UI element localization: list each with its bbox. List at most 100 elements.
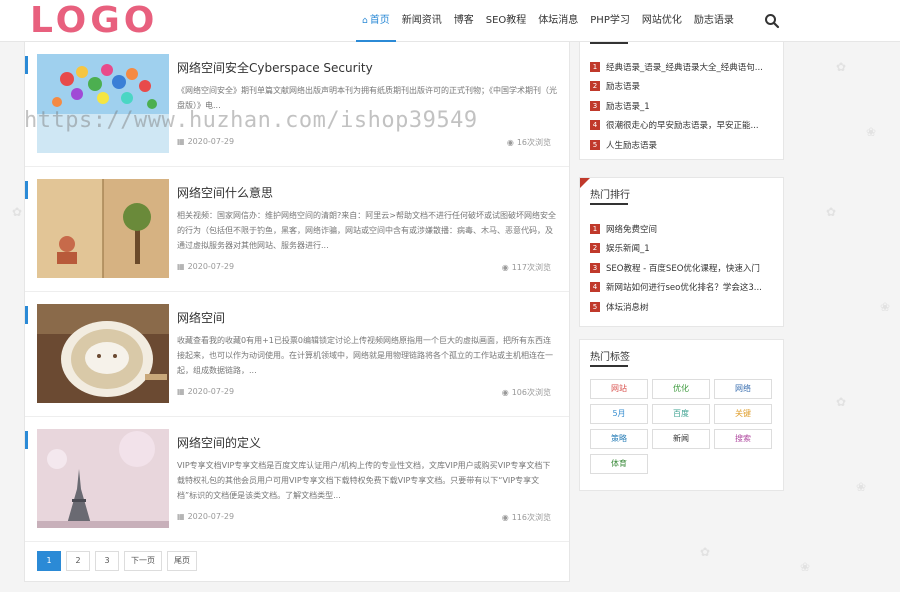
tag-item[interactable]: 优化 bbox=[652, 379, 710, 399]
article-title[interactable]: 网络空间 bbox=[177, 309, 225, 326]
article-date-text: 2020-07-29 bbox=[187, 512, 235, 521]
nav-php[interactable]: PHP学习 bbox=[584, 0, 636, 42]
calendar-icon: ▦ bbox=[177, 137, 185, 146]
hot-item-text: SEO教程 - 百度SEO优化课程，快速入门 bbox=[606, 263, 760, 274]
article-title[interactable]: 网络空间的定义 bbox=[177, 434, 261, 451]
latest-item[interactable]: 2 励志语录 bbox=[590, 77, 776, 97]
tag-cloud: 网站 优化 网络 5月 百度 关键 策略 新闻 搜索 体育 bbox=[590, 379, 776, 474]
article-date-text: 2020-07-29 bbox=[187, 137, 235, 146]
page-3-button[interactable]: 3 bbox=[95, 551, 119, 571]
article-thumbnail[interactable] bbox=[37, 54, 169, 153]
nav-news[interactable]: 新闻资讯 bbox=[396, 0, 448, 42]
widget-title-underline bbox=[590, 203, 628, 205]
last-page-button[interactable]: 尾页 bbox=[167, 551, 197, 571]
watermark: https://www.huzhan.com/ishop39549 bbox=[24, 108, 478, 133]
hot-item-text: 娱乐新闻_1 bbox=[606, 244, 650, 255]
latest-item[interactable]: 1 经典语录_语录_经典语录大全_经典语句... bbox=[590, 57, 776, 77]
article-thumbnail[interactable] bbox=[37, 179, 169, 278]
eye-icon: ◉ bbox=[501, 388, 509, 397]
eye-icon: ◉ bbox=[506, 138, 514, 147]
hot-item[interactable]: 1 网络免费空间 bbox=[590, 219, 776, 239]
hot-list: 1 网络免费空间 2 娱乐新闻_1 3 SEO教程 - 百度SEO优化课程，快速入门 … bbox=[590, 219, 776, 317]
article-views: ◉ 106次浏览 bbox=[502, 387, 551, 398]
article-title[interactable]: 网络空间什么意思 bbox=[177, 184, 273, 201]
article-date: ▦ 2020-07-29 bbox=[177, 512, 234, 521]
rank-badge: 5 bbox=[590, 139, 600, 150]
article-marker bbox=[25, 306, 28, 324]
calendar-icon: ▦ bbox=[177, 262, 185, 271]
tag-item[interactable]: 新闻 bbox=[652, 429, 710, 449]
page-1-button[interactable]: 1 bbox=[37, 551, 61, 571]
tag-item[interactable]: 百度 bbox=[652, 404, 710, 424]
tag-item[interactable]: 网站 bbox=[590, 379, 648, 399]
hot-item[interactable]: 2 娱乐新闻_1 bbox=[590, 239, 776, 259]
rank-badge: 5 bbox=[590, 301, 600, 312]
article-item: 网络空间安全Cyberspace Security 《网络空间安全》期刊单篇文献… bbox=[25, 42, 569, 167]
latest-widget: 1 经典语录_语录_经典语录大全_经典语句... 2 励志语录 3 励志语录_1 4很… bbox=[579, 42, 784, 160]
article-title[interactable]: 网络空间安全Cyberspace Security bbox=[177, 59, 373, 76]
article-thumbnail[interactable] bbox=[37, 304, 169, 403]
rank-badge: 1 bbox=[590, 223, 600, 234]
next-page-button[interactable]: 下一页 bbox=[124, 551, 162, 571]
article-marker bbox=[25, 431, 28, 449]
hot-item[interactable]: 5 体坛消息树 bbox=[590, 297, 776, 317]
tag-item[interactable]: 搜索 bbox=[714, 429, 772, 449]
latest-item[interactable]: 5 人生励志语录 bbox=[590, 135, 776, 155]
nav-seo[interactable]: SEO教程 bbox=[480, 0, 533, 42]
article-date: ▦ 2020-07-29 bbox=[177, 387, 234, 396]
latest-list: 1 经典语录_语录_经典语录大全_经典语句... 2 励志语录 3 励志语录_1 4很… bbox=[590, 57, 776, 155]
rank-badge: 3 bbox=[590, 100, 600, 111]
article-excerpt: 收藏查看我的收藏0有用+1已投票0编辑锁定讨论上传视频网络原指用一个巨大的虚拟画… bbox=[177, 336, 553, 375]
hot-item[interactable]: 4 新网站如何进行seo优化排名？学会这3... bbox=[590, 278, 776, 298]
latest-item[interactable]: 4 很潮很走心的早安励志语录，早安正能... bbox=[590, 116, 776, 136]
search-icon[interactable] bbox=[764, 13, 780, 29]
article-views-text: 117次浏览 bbox=[511, 263, 551, 272]
article-views-text: 106次浏览 bbox=[511, 388, 551, 397]
article-views: ◉ 117次浏览 bbox=[502, 262, 551, 273]
rank-badge: 4 bbox=[590, 120, 600, 131]
nav-site-optimization[interactable]: 网站优化 bbox=[636, 0, 688, 42]
hot-item[interactable]: 3 SEO教程 - 百度SEO优化课程，快速入门 bbox=[590, 258, 776, 278]
article-date-text: 2020-07-29 bbox=[187, 387, 235, 396]
latest-item[interactable]: 3 励志语录_1 bbox=[590, 96, 776, 116]
nav-quotes[interactable]: 励志语录 bbox=[688, 0, 740, 42]
article-thumbnail[interactable] bbox=[37, 429, 169, 528]
tag-item[interactable]: 5月 bbox=[590, 404, 648, 424]
nav-blog[interactable]: 博客 bbox=[448, 0, 480, 42]
widget-corner bbox=[580, 178, 590, 188]
article-date-text: 2020-07-29 bbox=[187, 262, 235, 271]
hot-ranking-widget: 热门排行 1 网络免费空间 2 娱乐新闻_1 3 SEO教程 - 百度SEO优化课程，… bbox=[579, 177, 784, 327]
article-views: ◉ 116次浏览 bbox=[502, 512, 551, 523]
hot-item-text: 网络免费空间 bbox=[606, 224, 658, 235]
latest-item-text: 经典语录_语录_经典语录大全_经典语句... bbox=[606, 62, 763, 73]
article-item: 网络空间的定义 VIP专享文档VIP专享文档是百度文库认证用户/机构上传的专业性… bbox=[25, 417, 569, 542]
article-item: 网络空间 收藏查看我的收藏0有用+1已投票0编辑锁定讨论上传视频网络原指用一个巨… bbox=[25, 292, 569, 417]
calendar-icon: ▦ bbox=[177, 512, 185, 521]
latest-item-text: 很潮很走心的早安励志语录，早安正能... bbox=[606, 121, 759, 132]
widget-title: 热门标签 bbox=[590, 352, 630, 363]
site-logo[interactable]: LOGO bbox=[30, 2, 158, 40]
article-item: 网络空间什么意思 相关视频：国家网信办：维护网络空间的清朗?来自：阿里云>帮助文… bbox=[25, 167, 569, 292]
tag-item[interactable]: 关键 bbox=[714, 404, 772, 424]
tag-item[interactable]: 体育 bbox=[590, 454, 648, 474]
article-views-text: 16次浏览 bbox=[516, 138, 551, 147]
calendar-icon: ▦ bbox=[177, 387, 185, 396]
article-marker bbox=[25, 181, 28, 199]
main-nav: ⌂ 首页 新闻资讯 博客 SEO教程 体坛消息 PHP学习 网站优化 励志语录 bbox=[356, 0, 740, 42]
eye-icon: ◉ bbox=[501, 513, 509, 522]
page-2-button[interactable]: 2 bbox=[66, 551, 90, 571]
widget-title: 热门排行 bbox=[590, 190, 630, 201]
home-icon: ⌂ bbox=[362, 16, 368, 26]
tag-item[interactable]: 网络 bbox=[714, 379, 772, 399]
article-date: ▦ 2020-07-29 bbox=[177, 262, 234, 271]
nav-sports[interactable]: 体坛消息 bbox=[532, 0, 584, 42]
pagination: 1 2 3 下一页 尾页 bbox=[37, 551, 197, 571]
nav-home[interactable]: ⌂ 首页 bbox=[356, 0, 396, 42]
article-date: ▦ 2020-07-29 bbox=[177, 137, 234, 146]
hot-item-text: 体坛消息树 bbox=[606, 302, 649, 313]
widget-title-underline bbox=[590, 365, 628, 367]
article-views: ◉ 16次浏览 bbox=[507, 137, 551, 148]
article-excerpt: 相关视频：国家网信办：维护网络空间的清朗?来自：阿里云>帮助文档不进行任何破坏或… bbox=[177, 211, 556, 250]
latest-item-text: 人生励志语录 bbox=[606, 140, 658, 151]
tag-item[interactable]: 策略 bbox=[590, 429, 648, 449]
